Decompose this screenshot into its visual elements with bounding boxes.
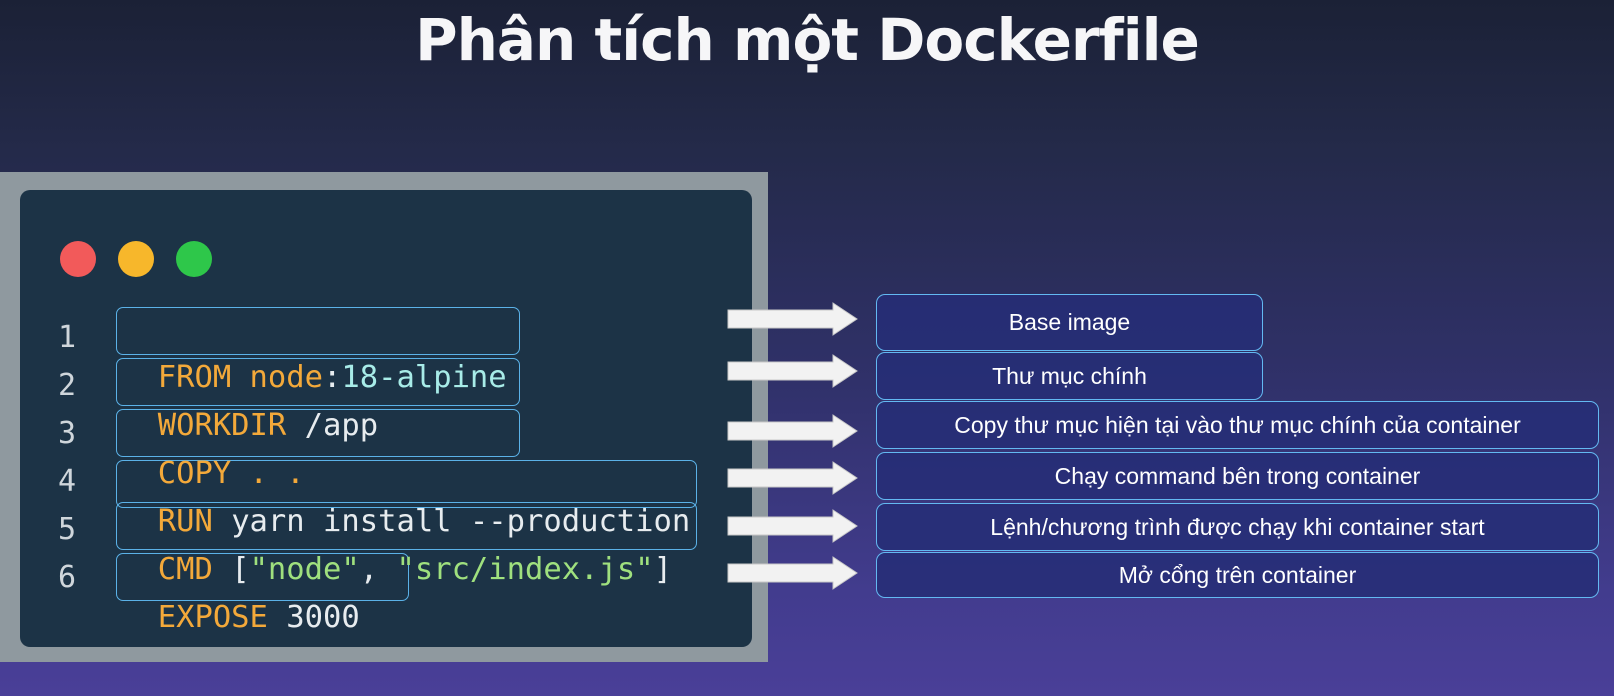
arrow-right-icon xyxy=(727,509,858,543)
arrow-right-icon xyxy=(727,354,858,388)
arrow-right-icon xyxy=(727,461,858,495)
code-token: , xyxy=(359,552,397,587)
description-run: Chạy command bên trong container xyxy=(876,452,1599,500)
description-workdir: Thư mục chính xyxy=(876,352,1263,400)
arrow-right-icon xyxy=(727,302,858,336)
page-title: Phân tích một Dockerfile xyxy=(415,6,1200,74)
description-base-image: Base image xyxy=(876,294,1263,351)
close-dot-icon[interactable] xyxy=(60,241,96,277)
code-token: ] xyxy=(653,552,672,587)
description-copy: Copy thư mục hiện tại vào thư mục chính … xyxy=(876,401,1599,449)
code-line-expose: EXPOSE 3000 xyxy=(121,558,360,638)
code-token: "src/index.js" xyxy=(396,552,654,587)
minimize-dot-icon[interactable] xyxy=(118,241,154,277)
code-token: 3000 xyxy=(267,600,360,635)
maximize-dot-icon[interactable] xyxy=(176,241,212,277)
description-cmd: Lệnh/chương trình được chạy khi containe… xyxy=(876,503,1599,551)
line-number: 2 xyxy=(58,368,77,403)
arrow-right-icon xyxy=(727,414,858,448)
line-number: 4 xyxy=(58,464,77,499)
description-expose: Mở cổng trên container xyxy=(876,552,1599,598)
arrow-right-icon xyxy=(727,556,858,590)
line-number: 5 xyxy=(58,512,77,547)
line-number: 3 xyxy=(58,416,77,451)
line-number: 6 xyxy=(58,560,77,595)
code-token: EXPOSE xyxy=(157,600,268,635)
line-number: 1 xyxy=(58,320,77,355)
